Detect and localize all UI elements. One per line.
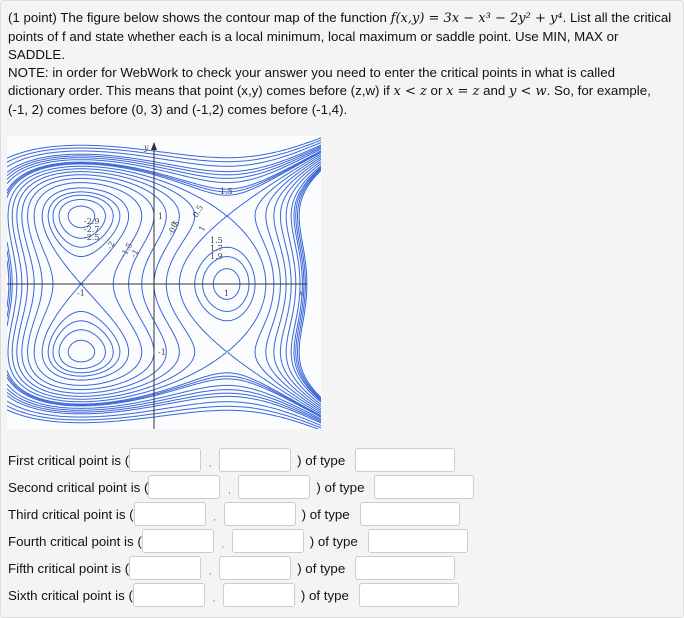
comma: , [208,566,212,576]
comma: , [212,593,216,603]
comma: , [221,539,224,549]
comma: , [213,512,216,522]
row-label: Sixth critical point is ( [8,587,133,603]
of-type-label: ) of type [301,506,350,522]
contour-map: x y 1 -1 1 -1 -2.9 -2.7 -2.5 -2 -1.5 -1 -0.5 0 0.5 1 1.5… [6,136,323,431]
of-type-label: ) of type [300,587,349,603]
comma: , [228,485,231,495]
contour-svg: xy1-11-1-2.9-2.7-2.5-2 -1.5-1-0.500.511.5… [6,137,323,431]
x-coordinate-input[interactable] [132,583,205,607]
critical-point-row: Sixth critical point is ( , ) of type [8,582,459,608]
critical-point-row: First critical point is ( , ) of type [8,447,456,473]
x-coordinate-input[interactable] [129,556,202,580]
y-coordinate-input[interactable] [222,583,295,607]
comma: , [208,458,212,468]
row-label: Second critical point is ( [8,479,149,495]
y-axis-label: y [143,143,149,152]
of-type-label: ) of type [297,452,346,468]
x-tick-neg1: -1 [77,289,85,298]
of-type-label: ) of type [316,479,365,495]
intro-text: (1 point) The figure below shows the con… [8,10,391,25]
y-coordinate-input[interactable] [219,556,292,580]
contour-label: 0.5 [191,203,205,219]
note: NOTE: in order for WebWork to check your… [8,64,673,119]
cond1: x < z [393,84,427,99]
cond3: y < w [509,84,547,99]
critical-point-row: Second critical point is ( , ) of type [8,474,475,500]
type-input[interactable] [355,448,456,472]
or-text: or [426,83,447,98]
row-label: Fourth critical point is ( [8,533,142,549]
type-input[interactable] [367,529,468,553]
contour-label: 1 [197,224,207,233]
function-formula: f(x,y) = 3x − x³ − 2y² + y⁴ [390,11,563,26]
cond2: x = z [446,84,480,99]
type-input[interactable] [355,556,456,580]
type-input[interactable] [358,583,459,607]
y-tick-neg1: -1 [158,348,166,357]
x-tick-1: 1 [224,289,229,298]
x-coordinate-input[interactable] [129,448,202,472]
x-coordinate-input[interactable] [133,502,206,526]
type-input[interactable] [374,475,475,499]
and-text: and [479,83,509,98]
problem-panel: (1 point) The figure below shows the con… [0,0,684,618]
problem-statement: (1 point) The figure below shows the con… [8,9,673,64]
type-input[interactable] [359,502,460,526]
x-coordinate-input[interactable] [148,475,221,499]
of-type-label: ) of type [297,560,346,576]
y-tick-1: 1 [158,212,163,221]
contour-label: -2.5 [84,233,99,242]
critical-point-row: Fifth critical point is ( , ) of type [8,555,456,581]
y-coordinate-input[interactable] [238,475,311,499]
of-type-label: ) of type [309,533,358,549]
y-coordinate-input[interactable] [231,529,304,553]
contour-label: 1.9 [210,252,223,261]
y-coordinate-input[interactable] [219,448,292,472]
row-label: Fifth critical point is ( [8,560,130,576]
x-axis-label: x [299,289,304,298]
contour-label: 1.5 [220,187,233,196]
critical-point-row: Fourth critical point is ( , ) of type [8,528,468,554]
row-label: Third critical point is ( [8,506,134,522]
y-axis-arrow [151,142,157,150]
row-label: First critical point is ( [8,452,130,468]
y-coordinate-input[interactable] [223,502,296,526]
x-coordinate-input[interactable] [141,529,214,553]
critical-point-row: Third critical point is ( , ) of type [8,501,460,527]
